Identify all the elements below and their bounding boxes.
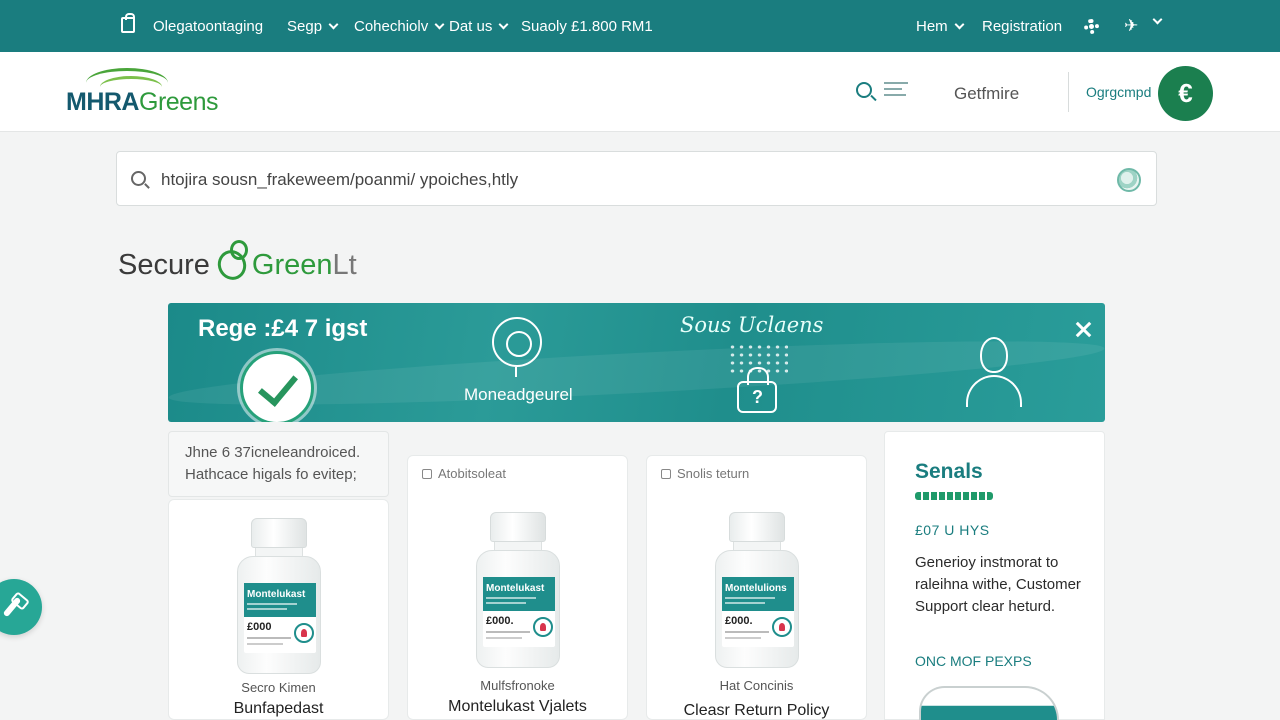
leaf-icon <box>214 240 248 282</box>
nav-item-label: Registration <box>982 18 1063 35</box>
banner-mid-label: Moneadgeurel <box>464 385 573 404</box>
product-name: Cleasr Return Policy <box>683 702 830 719</box>
notice-line: Jhne 6 37icneleandroiced. <box>185 444 361 461</box>
brand-title: Secure GreenLt <box>118 240 357 282</box>
chevron-down-icon[interactable] <box>1152 14 1163 25</box>
nav-item-registration[interactable]: Registration <box>982 18 1062 35</box>
nav-item-3[interactable]: Cohechiolv <box>354 18 445 35</box>
brand-part1: Secure <box>118 249 210 281</box>
product-subtitle: Hat Concinis <box>719 678 794 693</box>
nav-item-label: Dat us <box>449 18 493 35</box>
search-icon[interactable] <box>856 82 872 98</box>
site-logo[interactable]: MHRAGreens <box>66 66 276 126</box>
product-subtitle: Mulfsfronoke <box>480 678 555 693</box>
product-name: Montelukast Vjalets <box>448 698 587 715</box>
checkmark-icon <box>240 351 314 422</box>
send-icon[interactable]: ✈ <box>1124 16 1138 36</box>
search-icon <box>131 171 146 186</box>
product-subtitle: Secro Kimen <box>241 680 316 695</box>
product-bottle-image: Montelukast £000. <box>476 512 560 672</box>
bottle-price: £000. <box>725 615 753 627</box>
bottle-price: £000 <box>247 621 272 633</box>
product-tag-text: Snolis teturn <box>677 466 750 481</box>
location-pin-icon <box>492 317 542 367</box>
header-divider <box>1068 72 1069 112</box>
seal-icon <box>533 617 553 637</box>
logo-text: MHRAGreens <box>66 88 218 117</box>
orig-link[interactable]: Ogrgcmpd <box>1086 84 1151 100</box>
floating-action-button[interactable] <box>0 579 42 635</box>
url-text: htojira sousn_frakeweem/poanmi/ ypoiches… <box>161 170 519 189</box>
nav-item-label: Cohechiolv <box>354 18 429 35</box>
nav-item-label: Segp <box>287 18 323 35</box>
currency-button[interactable]: € <box>1158 66 1213 121</box>
banner-title: Rege :£4 7 igst <box>198 315 368 342</box>
get-in-link[interactable]: Getfmire <box>954 84 1019 104</box>
side-panel: Senals £07 U HYS Generioy instmorat to r… <box>884 431 1105 720</box>
seal-icon <box>294 623 314 643</box>
product-card[interactable]: Snolis teturn Montelulions £000. Hat Con… <box>646 455 867 720</box>
banner-script-text: Sous Uclaens <box>680 313 824 337</box>
product-thumbnail <box>919 686 1059 720</box>
shopping-bag-icon[interactable] <box>121 13 135 33</box>
nav-item-hem[interactable]: Hem <box>916 18 965 35</box>
chevron-down-icon <box>328 19 339 30</box>
bottle-label-text: Montelukast <box>247 589 306 600</box>
notice-box: Jhne 6 37icneleandroiced. Hathcace higal… <box>168 431 389 497</box>
brand-part3: Lt <box>332 249 357 281</box>
side-panel-description: Generioy instmorat to raleihna withe, Cu… <box>915 554 1081 615</box>
product-card[interactable]: Atobitsoleat Montelukast £000. Mulfsfron… <box>407 455 628 720</box>
gear-icon[interactable] <box>1084 19 1099 34</box>
logo-text-part1: MHRA <box>66 88 140 116</box>
checkbox-icon <box>661 468 671 479</box>
product-card[interactable]: Montelukast £000 Secro Kimen Bunfapedast <box>168 499 389 720</box>
person-icon <box>964 335 1024 409</box>
chevron-down-icon <box>498 19 509 30</box>
url-search-bar[interactable]: htojira sousn_frakeweem/poanmi/ ypoiches… <box>116 151 1157 206</box>
globe-icon[interactable] <box>1117 168 1141 192</box>
side-panel-code: £07 U HYS <box>915 522 990 538</box>
brand-part2: Green <box>251 249 333 281</box>
close-icon[interactable] <box>1072 319 1094 341</box>
chevron-down-icon <box>954 19 965 30</box>
nav-item-5[interactable]: Suaoly £1.800 RM1 <box>521 18 653 35</box>
product-bottle-image: Montelukast £000 <box>237 518 321 678</box>
lock-icon <box>737 367 777 413</box>
top-nav-bar: Olegatoontaging Segp Cohechiolv Dat us S… <box>0 0 1280 52</box>
decorative-underline <box>915 492 993 500</box>
pin-stem <box>515 367 517 377</box>
nav-item-label: Olegatoontaging <box>153 18 264 35</box>
nav-item-label: Hem <box>916 18 948 35</box>
notice-line: Hathcace higals fo evitep; <box>185 466 357 483</box>
seal-icon <box>772 617 792 637</box>
logo-text-part2: Greens <box>139 88 218 116</box>
bottle-label-text: Montelulions <box>725 583 787 594</box>
side-panel-title: Senals <box>915 460 983 483</box>
nav-item-2[interactable]: Segp <box>287 18 339 35</box>
menu-lines-icon[interactable] <box>884 82 908 100</box>
nav-item-1[interactable]: Olegatoontaging <box>153 18 263 35</box>
product-bottle-image: Montelulions £000. <box>715 512 799 672</box>
chevron-down-icon <box>434 19 445 30</box>
bottle-label-text: Montelukast <box>486 583 545 594</box>
side-panel-link[interactable]: ONC MOF PEXPS <box>915 653 1032 669</box>
product-tag-text: Atobitsoleat <box>438 466 506 481</box>
product-name: Bunfapedast <box>233 700 324 717</box>
nav-item-4[interactable]: Dat us <box>449 18 509 35</box>
promo-banner: Rege :£4 7 igst Moneadgeurel Sous Uclaen… <box>168 303 1105 422</box>
nav-item-label: Suaoly £1.800 RM1 <box>521 18 653 35</box>
bottle-price: £000. <box>486 615 514 627</box>
checkbox-icon <box>422 468 432 479</box>
product-tag: Snolis teturn <box>661 466 749 481</box>
site-header: MHRAGreens Getfmire Ogrgcmpd € <box>0 52 1280 132</box>
product-tag: Atobitsoleat <box>422 466 506 481</box>
